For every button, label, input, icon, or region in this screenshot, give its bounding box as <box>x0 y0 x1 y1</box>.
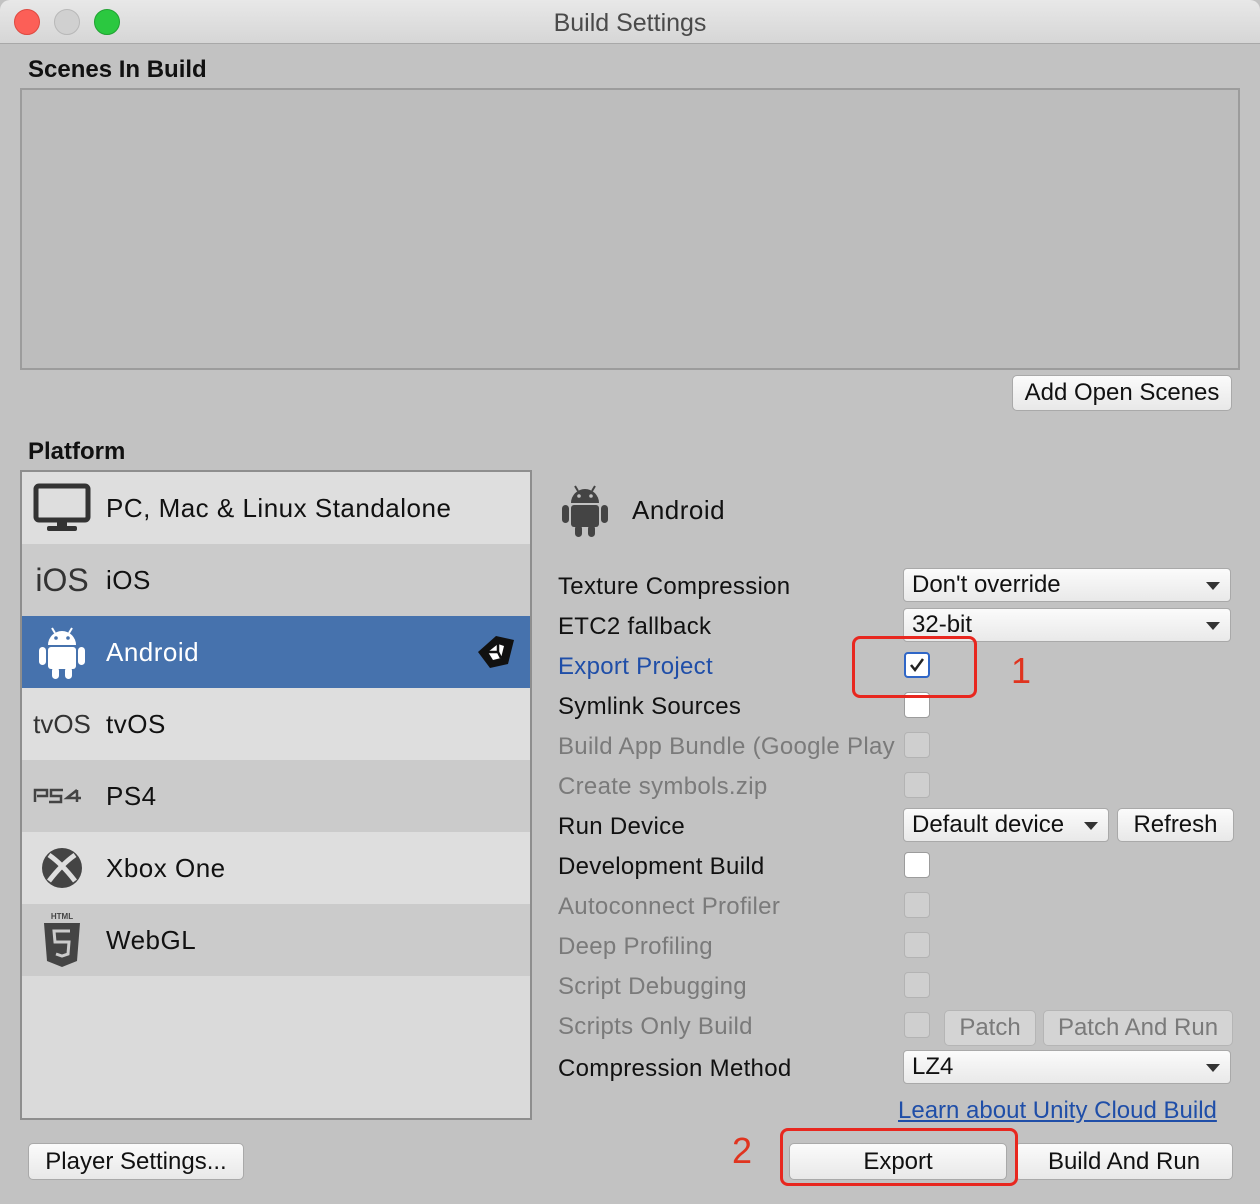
texture-compression-dropdown[interactable]: Don't override <box>903 568 1231 602</box>
scenes-list[interactable] <box>20 88 1240 370</box>
chevron-down-icon <box>1084 822 1098 830</box>
texture-compression-label: Texture Compression <box>558 573 791 600</box>
ps4-logo-icon <box>22 760 102 832</box>
patch-and-run-button[interactable]: Patch And Run <box>1043 1010 1233 1046</box>
patch-button[interactable]: Patch <box>944 1010 1036 1046</box>
script-debugging-checkbox[interactable] <box>904 972 930 998</box>
android-icon <box>22 616 102 688</box>
html5-icon: HTML <box>22 904 102 976</box>
android-icon <box>562 485 608 537</box>
compression-method-dropdown[interactable]: LZ4 <box>903 1050 1231 1084</box>
compression-method-label: Compression Method <box>558 1055 792 1082</box>
window-title: Build Settings <box>553 9 707 37</box>
platform-item-standalone[interactable]: PC, Mac & Linux Standalone <box>22 472 530 544</box>
player-settings-button[interactable]: Player Settings... <box>28 1143 244 1180</box>
run-device-label: Run Device <box>558 813 686 840</box>
xbox-icon <box>22 832 102 904</box>
create-symbols-label: Create symbols.zip <box>558 773 768 800</box>
deep-profiling-label: Deep Profiling <box>558 933 713 960</box>
create-symbols-checkbox[interactable] <box>904 772 930 798</box>
scripts-only-build-checkbox[interactable] <box>904 1012 930 1038</box>
build-app-bundle-label: Build App Bundle (Google Play <box>558 733 895 760</box>
chevron-down-icon <box>1206 622 1220 630</box>
platform-item-label: iOS <box>106 564 151 595</box>
development-build-label: Development Build <box>558 853 765 880</box>
platform-item-label: PC, Mac & Linux Standalone <box>106 492 452 523</box>
platform-item-tvos[interactable]: tvOS tvOS <box>22 688 530 760</box>
unity-cloud-build-link[interactable]: Learn about Unity Cloud Build <box>898 1097 1217 1125</box>
platform-item-webgl[interactable]: HTML WebGL <box>22 904 530 976</box>
selected-platform-title: Android <box>632 494 726 525</box>
monitor-icon <box>22 472 102 544</box>
development-build-checkbox[interactable] <box>904 852 930 878</box>
platform-item-label: WebGL <box>106 924 197 955</box>
scripts-only-build-label: Scripts Only Build <box>558 1013 753 1040</box>
svg-text:HTML: HTML <box>51 912 73 921</box>
platform-item-label: Xbox One <box>106 852 226 883</box>
add-open-scenes-button[interactable]: Add Open Scenes <box>1012 375 1232 411</box>
chevron-down-icon <box>1206 582 1220 590</box>
build-and-run-button[interactable]: Build And Run <box>1015 1143 1233 1180</box>
platform-label: Platform <box>28 438 126 465</box>
build-app-bundle-checkbox[interactable] <box>904 732 930 758</box>
platform-item-label: Android <box>106 636 200 667</box>
etc2-fallback-label: ETC2 fallback <box>558 613 712 640</box>
script-debugging-label: Script Debugging <box>558 973 747 1000</box>
platform-item-xbox-one[interactable]: Xbox One <box>22 832 530 904</box>
chevron-down-icon <box>1206 1064 1220 1072</box>
platform-item-label: PS4 <box>106 780 157 811</box>
annotation-number-1: 1 <box>1011 650 1032 691</box>
selected-platform-header: Android <box>560 478 725 542</box>
ios-logo-icon: iOS <box>35 561 89 598</box>
platform-item-label: tvOS <box>106 708 166 739</box>
platform-list: PC, Mac & Linux Standalone iOS iOS Andro… <box>20 470 532 1120</box>
platform-item-android[interactable]: Android <box>22 616 530 688</box>
autoconnect-profiler-checkbox[interactable] <box>904 892 930 918</box>
export-project-label[interactable]: Export Project <box>558 653 713 681</box>
unity-active-platform-icon <box>476 634 516 675</box>
platform-item-ps4[interactable]: PS4 <box>22 760 530 832</box>
autoconnect-profiler-label: Autoconnect Profiler <box>558 893 781 920</box>
platform-item-ios[interactable]: iOS iOS <box>22 544 530 616</box>
scenes-in-build-label: Scenes In Build <box>28 56 207 83</box>
annotation-box-export-project <box>852 636 977 698</box>
annotation-box-export-button <box>780 1128 1018 1186</box>
annotation-number-2: 2 <box>732 1130 753 1171</box>
deep-profiling-checkbox[interactable] <box>904 932 930 958</box>
symlink-sources-label: Symlink Sources <box>558 693 742 720</box>
tvos-logo-icon: tvOS <box>33 708 91 739</box>
title-bar: Build Settings <box>0 0 1260 44</box>
run-device-dropdown[interactable]: Default device <box>903 808 1109 842</box>
refresh-button[interactable]: Refresh <box>1117 808 1234 842</box>
